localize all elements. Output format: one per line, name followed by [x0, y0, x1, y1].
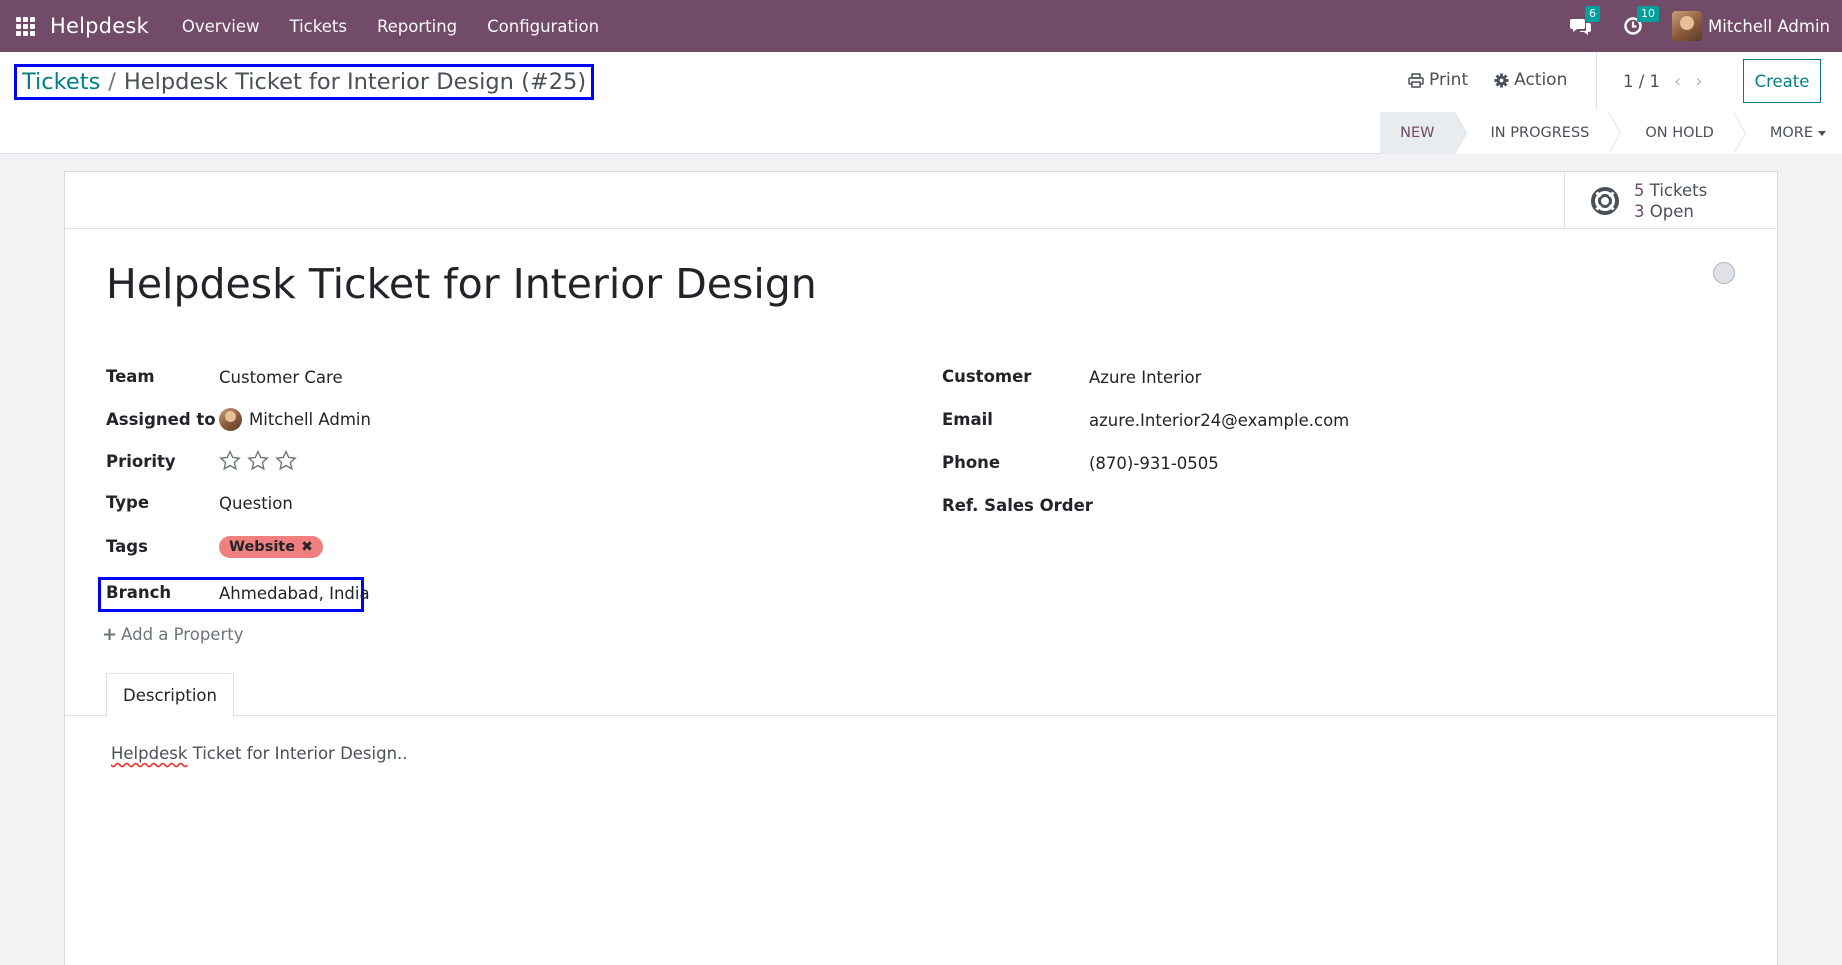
- email-label: Email: [942, 410, 993, 429]
- navbar-systray: 6 10 Mitchell Admin: [1568, 6, 1830, 41]
- stage-on-hold[interactable]: ON HOLD: [1609, 112, 1746, 154]
- record-actions: Print Action: [1408, 70, 1593, 90]
- priority-label: Priority: [106, 452, 176, 471]
- stage-in-progress-label: IN PROGRESS: [1490, 125, 1590, 141]
- stage-in-progress[interactable]: IN PROGRESS: [1454, 112, 1622, 154]
- open-label: Open: [1649, 201, 1694, 221]
- assignee-name: Mitchell Admin: [249, 410, 371, 429]
- assigned-to-label: Assigned to: [106, 410, 216, 429]
- ticket-title[interactable]: Helpdesk Ticket for Interior Design: [106, 260, 817, 308]
- tags-label: Tags: [106, 537, 148, 556]
- description-editor[interactable]: Helpdesk Ticket for Interior Design..: [111, 744, 408, 763]
- messages-badge: 6: [1585, 6, 1601, 22]
- tags-field[interactable]: Website ✖: [219, 536, 323, 558]
- breadcrumb-separator: /: [108, 69, 116, 95]
- tag-label: Website: [229, 539, 296, 555]
- pager-previous-icon[interactable]: ‹: [1674, 71, 1681, 92]
- stage-more-dropdown[interactable]: MORE: [1733, 112, 1842, 154]
- notebook-tabs: Description: [65, 672, 1777, 717]
- breadcrumb-tickets-link[interactable]: Tickets: [22, 69, 100, 95]
- customer-label: Customer: [942, 367, 1032, 386]
- phone-field[interactable]: (870)-931-0505: [1089, 454, 1219, 473]
- email-field[interactable]: azure.Interior24@example.com: [1089, 411, 1349, 430]
- user-menu-name[interactable]: Mitchell Admin: [1708, 17, 1830, 36]
- menu-reporting[interactable]: Reporting: [362, 17, 472, 36]
- lifebuoy-icon: [1591, 186, 1619, 215]
- breadcrumb: Tickets / Helpdesk Ticket for Interior D…: [14, 64, 595, 100]
- smart-button-text: 5 Tickets 3 Open: [1634, 180, 1707, 222]
- kanban-state-indicator[interactable]: [1713, 262, 1735, 284]
- sales-order-field[interactable]: [1089, 496, 1489, 518]
- button-box: 5 Tickets 3 Open: [65, 172, 1777, 229]
- stage-statusbar: NEW IN PROGRESS ON HOLD MORE: [1380, 112, 1842, 154]
- create-button[interactable]: Create: [1743, 59, 1821, 103]
- top-navbar: Helpdesk Overview Tickets Reporting Conf…: [0, 0, 1842, 52]
- activities-badge: 10: [1637, 6, 1660, 22]
- menu-overview[interactable]: Overview: [167, 17, 275, 36]
- action-button[interactable]: Action: [1494, 70, 1567, 90]
- assignee-avatar: [219, 408, 242, 431]
- priority-stars: [219, 450, 303, 471]
- star-icon[interactable]: [247, 450, 269, 471]
- stage-new-label: NEW: [1400, 125, 1435, 141]
- messages-button[interactable]: 6: [1568, 6, 1601, 39]
- menu-configuration[interactable]: Configuration: [472, 17, 614, 36]
- breadcrumb-current: Helpdesk Ticket for Interior Design (#25…: [123, 69, 587, 95]
- tickets-label: Tickets: [1649, 180, 1708, 200]
- type-field[interactable]: Question: [219, 494, 293, 513]
- printer-icon: [1408, 72, 1424, 88]
- print-button[interactable]: Print: [1408, 70, 1468, 90]
- gear-icon: [1494, 72, 1509, 88]
- app-name[interactable]: Helpdesk: [50, 14, 149, 38]
- team-field[interactable]: Customer Care: [219, 368, 343, 387]
- customer-tickets-smart-button[interactable]: 5 Tickets 3 Open: [1564, 172, 1777, 229]
- pager-next-icon[interactable]: ›: [1695, 71, 1702, 92]
- tag-website: Website ✖: [219, 536, 323, 558]
- type-label: Type: [106, 493, 150, 512]
- branch-field[interactable]: Ahmedabad, India: [219, 584, 370, 603]
- app-grid-icon[interactable]: [16, 16, 35, 36]
- customer-field[interactable]: Azure Interior: [1089, 368, 1201, 387]
- menu-tickets[interactable]: Tickets: [275, 17, 362, 36]
- branch-label: Branch: [106, 583, 172, 602]
- tab-description[interactable]: Description: [106, 673, 234, 717]
- tickets-count: 5: [1634, 180, 1645, 200]
- phone-label: Phone: [942, 453, 1001, 472]
- user-avatar[interactable]: [1672, 11, 1703, 41]
- star-icon[interactable]: [275, 450, 297, 471]
- sales-order-label: Ref. Sales Order: [942, 496, 1093, 515]
- add-property-button[interactable]: + Add a Property: [102, 624, 243, 645]
- control-panel: Tickets / Helpdesk Ticket for Interior D…: [0, 52, 1842, 154]
- action-label: Action: [1514, 70, 1568, 90]
- assigned-to-field[interactable]: Mitchell Admin: [219, 408, 371, 431]
- stage-new[interactable]: NEW: [1380, 112, 1467, 154]
- open-count: 3: [1634, 201, 1645, 221]
- caret-down-icon: [1818, 130, 1826, 136]
- team-label: Team: [106, 367, 155, 386]
- activities-button[interactable]: 10: [1620, 6, 1660, 39]
- description-text: Ticket for Interior Design..: [187, 744, 408, 763]
- print-label: Print: [1429, 70, 1469, 90]
- stage-more-label: MORE: [1769, 125, 1813, 141]
- pager-value[interactable]: 1 / 1: [1623, 72, 1660, 91]
- form-sheet: 5 Tickets 3 Open Helpdesk Ticket for Int…: [64, 171, 1778, 965]
- remove-tag-icon[interactable]: ✖: [301, 539, 313, 555]
- pager: 1 / 1 ‹ ›: [1596, 52, 1702, 110]
- plus-icon: +: [102, 624, 118, 645]
- stage-on-hold-label: ON HOLD: [1645, 125, 1714, 141]
- description-first-word: Helpdesk: [111, 744, 188, 763]
- star-icon[interactable]: [219, 450, 241, 471]
- add-property-label: Add a Property: [121, 625, 244, 644]
